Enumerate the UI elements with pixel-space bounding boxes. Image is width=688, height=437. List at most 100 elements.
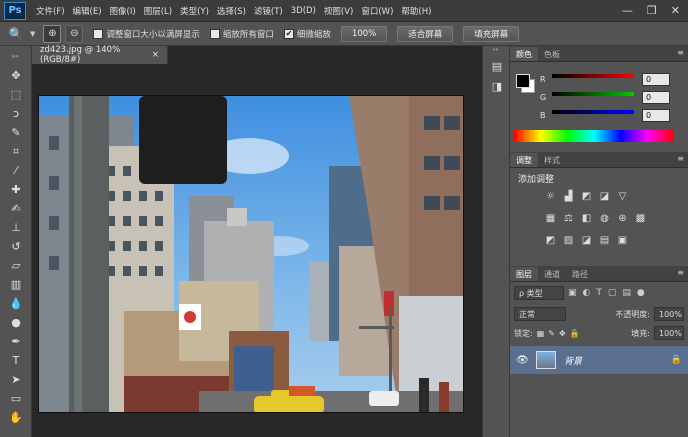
menu-select[interactable]: 选择(S) [213, 5, 250, 17]
restore-button[interactable]: ❐ [647, 4, 657, 17]
photo-filter-icon[interactable]: ◍ [598, 212, 611, 225]
checkbox-checked-icon[interactable]: ✔ [283, 28, 294, 39]
curves-icon[interactable]: ◩ [580, 190, 593, 203]
preset-dropdown-arrow-icon[interactable]: ▼ [30, 30, 35, 38]
panel-menu-icon[interactable]: ≡ [677, 268, 684, 277]
document-tab[interactable]: zd423.jpg @ 140%(RGB/8#) × [32, 45, 168, 65]
blue-slider[interactable] [552, 110, 634, 114]
crop-tool-icon[interactable]: ⌗ [0, 142, 32, 161]
close-tab-icon[interactable]: × [152, 50, 159, 60]
eyedropper-tool-icon[interactable]: ⁄ [0, 161, 32, 180]
menu-edit[interactable]: 编辑(E) [69, 5, 106, 17]
foreground-color-swatch[interactable] [516, 74, 530, 88]
menu-3d[interactable]: 3D(D) [287, 6, 320, 16]
color-spectrum-bar[interactable] [514, 130, 674, 142]
menu-layer[interactable]: 图层(L) [140, 5, 176, 17]
menu-filter[interactable]: 滤镜(T) [250, 5, 287, 17]
channel-mixer-icon[interactable]: ⊛ [616, 212, 629, 225]
red-slider[interactable] [552, 74, 634, 78]
eraser-tool-icon[interactable]: ▱ [0, 256, 32, 275]
brightness-contrast-icon[interactable]: ☼ [544, 190, 557, 203]
rectangle-tool-icon[interactable]: ▭ [0, 389, 32, 408]
blur-tool-icon[interactable]: 💧 [0, 294, 32, 313]
menu-view[interactable]: 视图(V) [320, 5, 357, 17]
zoom-tool-preset-icon[interactable]: 🔍 [6, 25, 26, 43]
gradient-tool-icon[interactable]: ▥ [0, 275, 32, 294]
checkbox-unchecked-icon[interactable] [93, 28, 104, 39]
tab-paths[interactable]: 路径 [566, 267, 594, 281]
fit-screen-button[interactable]: 适合屏幕 [397, 25, 454, 42]
gradient-map-icon[interactable]: ▤ [598, 234, 611, 247]
menu-help[interactable]: 帮助(H) [397, 5, 435, 17]
tab-styles[interactable]: 样式 [538, 153, 566, 167]
lock-pixels-icon[interactable]: ✎ [548, 329, 555, 338]
brush-tool-icon[interactable]: ✍ [0, 199, 32, 218]
menu-window[interactable]: 窗口(W) [357, 5, 397, 17]
dock-grip-icon[interactable]: ▸▸ [483, 46, 509, 56]
clone-stamp-tool-icon[interactable]: ⊥ [0, 218, 32, 237]
filter-smart-object-icon[interactable]: ▤ [622, 288, 631, 298]
invert-icon[interactable]: ◩ [544, 234, 557, 247]
exposure-icon[interactable]: ◪ [598, 190, 611, 203]
eye-visibility-icon[interactable]: 👁 [516, 355, 529, 366]
blue-value-field[interactable]: 0 [642, 108, 670, 122]
filter-pixel-icon[interactable]: ▣ [568, 288, 577, 298]
filter-adjustment-icon[interactable]: ◐ [583, 288, 591, 298]
lock-transparent-icon[interactable]: ▦ [537, 329, 545, 338]
levels-icon[interactable]: ▟ [562, 190, 575, 203]
quick-selection-tool-icon[interactable]: ✎ [0, 123, 32, 142]
opacity-field[interactable]: 100% [654, 307, 684, 321]
menu-type[interactable]: 类型(Y) [176, 5, 213, 17]
hue-saturation-icon[interactable]: ▦ [544, 212, 557, 225]
checkbox-unchecked-icon[interactable] [209, 28, 220, 39]
tab-channels[interactable]: 通道 [538, 267, 566, 281]
zoom-out-icon[interactable]: ⊖ [65, 24, 84, 43]
zoom-100-button[interactable]: 100% [340, 25, 388, 42]
tab-swatches[interactable]: 色板 [538, 47, 566, 61]
green-slider[interactable] [552, 92, 634, 96]
marquee-tool-icon[interactable]: ⬚ [0, 85, 32, 104]
zoom-in-icon[interactable]: ⊕ [43, 24, 62, 43]
toolbar-grip-icon[interactable]: ▸▸ [0, 46, 31, 66]
black-white-icon[interactable]: ◧ [580, 212, 593, 225]
type-tool-icon[interactable]: T [0, 351, 32, 370]
threshold-icon[interactable]: ◪ [580, 234, 593, 247]
color-lookup-icon[interactable]: ▩ [634, 212, 647, 225]
layer-row-background[interactable]: 👁 背景 🔒 [510, 346, 688, 374]
dodge-tool-icon[interactable]: ● [0, 313, 32, 332]
resize-windows-checkbox[interactable]: 调整窗口大小以满屏显示 [93, 28, 200, 40]
panel-menu-icon[interactable]: ≡ [677, 48, 684, 57]
minimize-button[interactable]: — [622, 4, 633, 17]
lasso-tool-icon[interactable]: ↄ [0, 104, 32, 123]
vibrance-icon[interactable]: ▽ [616, 190, 629, 203]
green-value-field[interactable]: 0 [642, 90, 670, 104]
close-button[interactable]: ✕ [671, 4, 680, 17]
color-balance-icon[interactable]: ⚖ [562, 212, 575, 225]
filter-type-icon[interactable]: T [596, 288, 602, 298]
filter-toggle-icon[interactable]: ● [637, 288, 645, 298]
zoom-all-windows-checkbox[interactable]: 缩放所有窗口 [209, 28, 274, 40]
move-tool-icon[interactable]: ✥ [0, 66, 32, 85]
hand-tool-icon[interactable]: ✋ [0, 408, 32, 427]
tab-adjustments[interactable]: 调整 [510, 153, 538, 167]
properties-panel-icon[interactable]: ◨ [483, 76, 511, 96]
selective-color-icon[interactable]: ▣ [616, 234, 629, 247]
image-canvas[interactable] [38, 95, 464, 413]
lock-position-icon[interactable]: ✥ [559, 329, 566, 338]
fill-field[interactable]: 100% [654, 326, 684, 340]
history-panel-icon[interactable]: ▤ [483, 56, 511, 76]
menu-file[interactable]: 文件(F) [32, 5, 69, 17]
healing-brush-tool-icon[interactable]: ✚ [0, 180, 32, 199]
lock-all-icon[interactable]: 🔒 [570, 329, 580, 338]
fill-screen-button[interactable]: 填充屏幕 [463, 25, 520, 42]
history-brush-tool-icon[interactable]: ↺ [0, 237, 32, 256]
tab-color[interactable]: 颜色 [510, 47, 538, 61]
scrubby-zoom-checkbox[interactable]: ✔ 细微缩放 [283, 28, 331, 40]
pen-tool-icon[interactable]: ✒ [0, 332, 32, 351]
filter-shape-icon[interactable]: ▢ [608, 288, 617, 298]
posterize-icon[interactable]: ▨ [562, 234, 575, 247]
blend-mode-dropdown[interactable]: 正常 [514, 307, 566, 321]
layer-filter-kind-dropdown[interactable]: ρ 类型 [514, 286, 564, 300]
panel-menu-icon[interactable]: ≡ [677, 154, 684, 163]
tab-layers[interactable]: 图层 [510, 267, 538, 281]
